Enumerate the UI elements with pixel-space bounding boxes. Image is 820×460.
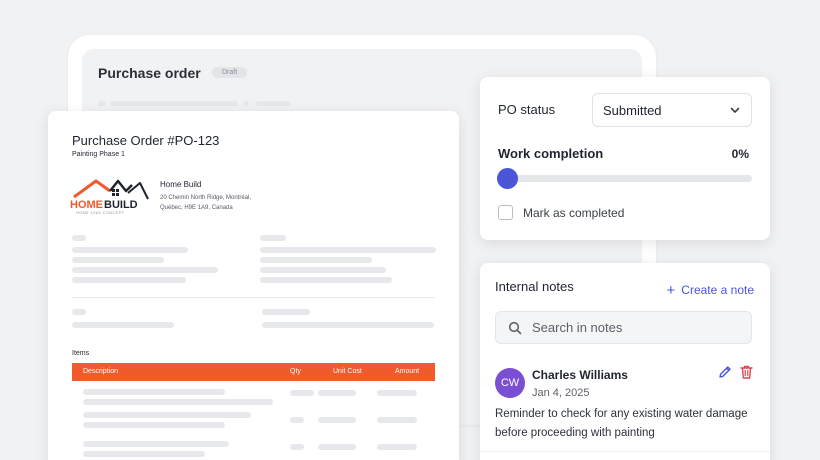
search-icon (508, 321, 522, 335)
work-completion-value: 0% (731, 147, 749, 161)
notes-search-input[interactable] (532, 312, 742, 343)
work-completion-label: Work completion (498, 146, 604, 161)
skeleton-line (72, 322, 174, 328)
skeleton-line (262, 322, 434, 328)
skeleton-line (377, 444, 417, 450)
skeleton-line (110, 101, 238, 106)
skeleton-line (83, 422, 225, 428)
skeleton-line (72, 277, 186, 283)
po-status-panel: PO status Submitted Work completion 0% M… (480, 77, 770, 240)
svg-text:HOME 1984 CONCEPT: HOME 1984 CONCEPT (76, 211, 125, 215)
skeleton-line (98, 101, 106, 106)
svg-text:HOME: HOME (70, 199, 103, 211)
skeleton-line (318, 444, 356, 450)
skeleton-line (318, 390, 356, 396)
skeleton-line (83, 441, 229, 447)
skeleton-line (72, 309, 86, 315)
skeleton-line (318, 417, 356, 423)
skeleton-line (260, 267, 386, 273)
create-note-label: Create a note (681, 283, 754, 297)
skeleton-line (72, 235, 86, 241)
skeleton-line (83, 412, 251, 418)
skeleton-line (260, 257, 372, 263)
internal-notes-title: Internal notes (495, 279, 574, 294)
skeleton-line (262, 309, 310, 315)
trash-icon[interactable] (739, 364, 754, 380)
skeleton-line (260, 247, 436, 253)
plus-icon: + (666, 282, 676, 299)
mark-completed-label[interactable]: Mark as completed (523, 206, 624, 220)
skeleton-line (72, 247, 188, 253)
skeleton-line (377, 417, 417, 423)
skeleton-line (83, 451, 205, 457)
skeleton-line (243, 101, 249, 106)
column-header-amount: Amount (395, 368, 420, 375)
draft-badge: Draft (212, 67, 248, 78)
skeleton-line (260, 235, 286, 241)
note-author: Charles Williams (532, 368, 628, 382)
skeleton-line (260, 277, 392, 283)
skeleton-line (290, 417, 304, 423)
purchase-order-document: Purchase Order #PO-123 Painting Phase 1 … (48, 111, 459, 460)
po-status-select[interactable]: Submitted (592, 93, 752, 127)
skeleton-line (290, 444, 304, 450)
items-table-header: Description Qty Unit Cost Amount (72, 363, 435, 381)
po-status-value: Submitted (603, 103, 662, 118)
items-label: Items (72, 350, 90, 357)
internal-notes-panel: Internal notes + Create a note CW Charles… (480, 263, 770, 460)
work-completion-slider-track[interactable] (500, 175, 752, 182)
po-status-label: PO status (498, 102, 556, 117)
skeleton-line (83, 399, 273, 405)
document-title: Purchase Order #PO-123 (72, 133, 220, 148)
skeleton-line (377, 390, 417, 396)
column-header-unit-cost: Unit Cost (333, 368, 362, 375)
document-subtitle: Painting Phase 1 (72, 151, 125, 158)
edit-icon[interactable] (717, 364, 733, 380)
company-info: Home Build 20 Chemin North Ridge, Montré… (160, 180, 251, 213)
column-header-qty: Qty (290, 368, 301, 375)
note-date: Jan 4, 2025 (532, 387, 590, 399)
company-address-line: 20 Chemin North Ridge, Montréal, (160, 195, 252, 201)
svg-text:BUILD: BUILD (104, 199, 138, 211)
create-note-button[interactable]: + Create a note (667, 282, 754, 299)
avatar: CW (495, 368, 525, 398)
company-address-line: Québec, H9E 1A9, Canada (160, 205, 233, 211)
document-divider (72, 297, 435, 298)
notes-divider (480, 451, 770, 452)
background-card-title: Purchase order (98, 65, 201, 81)
skeleton-line (83, 389, 225, 395)
column-header-description: Description (83, 368, 119, 375)
chevron-down-icon (730, 107, 740, 113)
homebuild-logo: HOME BUILD HOME 1984 CONCEPT (70, 179, 149, 215)
work-completion-slider-thumb[interactable] (497, 168, 518, 189)
skeleton-line (290, 390, 314, 396)
note-text: Reminder to check for any existing water… (495, 408, 748, 439)
mark-completed-checkbox[interactable] (498, 205, 513, 220)
company-name: Home Build (160, 180, 202, 189)
notes-search-box[interactable] (495, 311, 752, 344)
skeleton-line (256, 101, 290, 106)
skeleton-line (72, 267, 218, 273)
skeleton-line (72, 257, 164, 263)
